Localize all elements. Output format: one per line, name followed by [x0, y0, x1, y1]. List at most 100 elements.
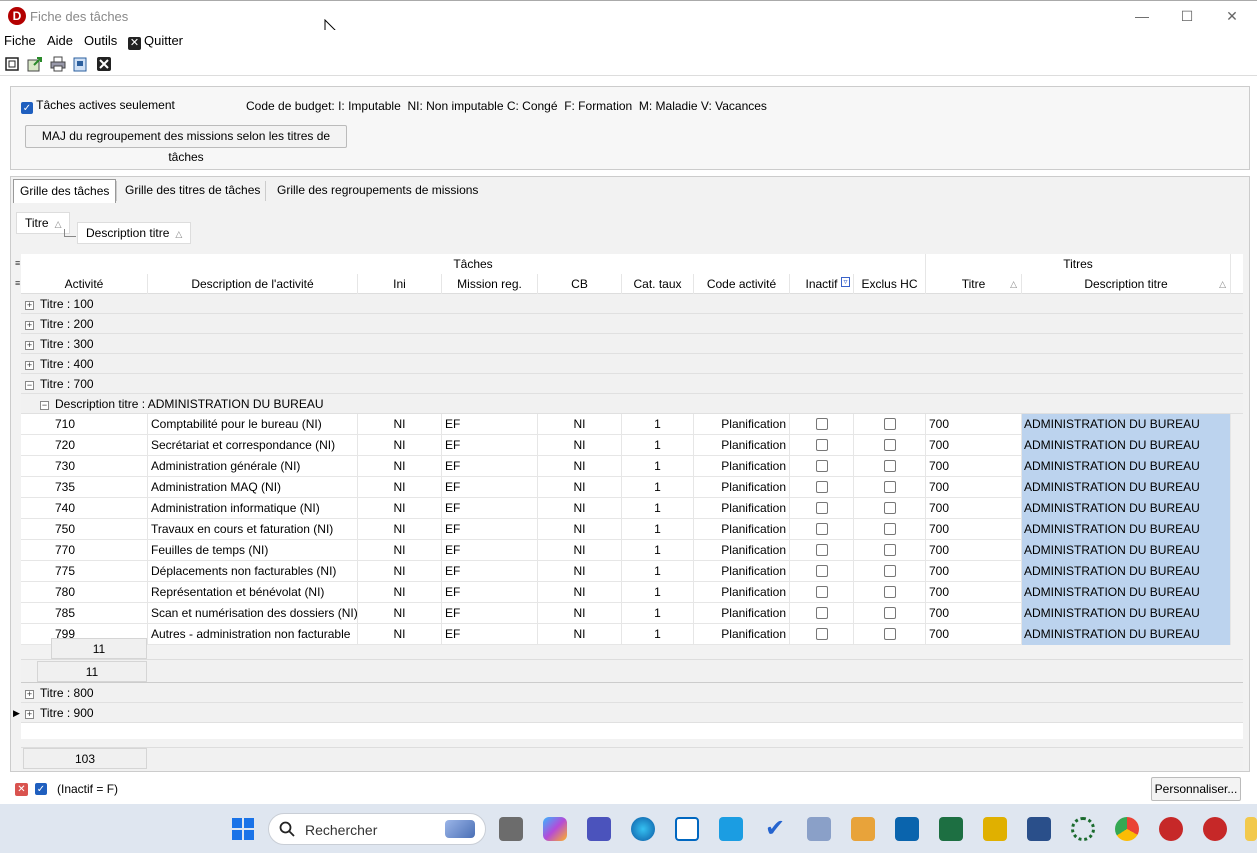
cell-cb[interactable]: NI [538, 435, 622, 456]
cell-cb[interactable]: NI [538, 477, 622, 498]
cell-description-titre[interactable]: ADMINISTRATION DU BUREAU [1022, 624, 1231, 645]
cell-description[interactable]: Déplacements non facturables (NI) [148, 561, 358, 582]
cell-description-titre[interactable]: ADMINISTRATION DU BUREAU [1022, 540, 1231, 561]
cell-code-activite[interactable]: Planification [694, 414, 790, 435]
menu-quitter[interactable]: ✕ Quitter [128, 33, 183, 50]
col-mission-reg[interactable]: Mission reg. [442, 274, 538, 294]
row-checkbox[interactable] [883, 460, 896, 472]
store-icon[interactable] [675, 817, 699, 841]
cell-exclus-hc[interactable] [854, 624, 926, 645]
search-app-icon[interactable] [807, 817, 831, 841]
col-exclus-hc[interactable]: Exclus HC [854, 274, 926, 294]
cell-activite[interactable]: 785 [52, 603, 148, 624]
task-view-icon[interactable] [499, 817, 523, 841]
cell-activite[interactable]: 720 [52, 435, 148, 456]
cell-mission[interactable]: EF [442, 414, 538, 435]
cell-exclus-hc[interactable] [854, 414, 926, 435]
cell-mission[interactable]: EF [442, 540, 538, 561]
cell-cb[interactable]: NI [538, 540, 622, 561]
group-row-titre-400[interactable]: + Titre : 400 [21, 354, 1243, 374]
tab-grille-regroupements[interactable]: Grille des regroupements de missions [271, 179, 484, 203]
row-checkbox[interactable] [815, 418, 828, 430]
close-form-icon[interactable] [96, 56, 112, 72]
file-explorer-icon[interactable] [851, 817, 875, 841]
table-row[interactable]: 720 Secrétariat et correspondance (NI) NI E… [21, 435, 1231, 456]
chrome-icon[interactable] [1115, 817, 1139, 841]
expand-icon[interactable]: + [25, 341, 34, 350]
cell-exclus-hc[interactable] [854, 435, 926, 456]
cell-code-activite[interactable]: Planification [694, 540, 790, 561]
row-checkbox[interactable] [883, 565, 896, 577]
table-row[interactable]: 785 Scan et numérisation des dossiers (NI… [21, 603, 1231, 624]
cell-mission[interactable]: EF [442, 498, 538, 519]
cell-code-activite[interactable]: Planification [694, 498, 790, 519]
cell-activite[interactable]: 770 [52, 540, 148, 561]
expand-icon[interactable]: + [25, 321, 34, 330]
cell-titre[interactable]: 700 [926, 519, 1022, 540]
close-window-icon[interactable]: ✕ [1212, 5, 1252, 27]
group-by-description-titre[interactable]: Description titre △ [77, 222, 192, 244]
col-description-titre[interactable]: Description titre △ [1022, 274, 1231, 294]
cell-inactif[interactable] [790, 603, 854, 624]
cell-titre[interactable]: 700 [926, 582, 1022, 603]
cell-titre[interactable]: 700 [926, 603, 1022, 624]
collapse-icon[interactable]: − [25, 381, 34, 390]
minimize-icon[interactable]: — [1122, 5, 1162, 27]
cell-exclus-hc[interactable] [854, 498, 926, 519]
col-cb[interactable]: CB [538, 274, 622, 294]
notepad-icon[interactable] [1027, 817, 1051, 841]
edge-icon[interactable] [631, 817, 655, 841]
row-checkbox[interactable] [815, 607, 828, 619]
expand-icon[interactable]: + [25, 690, 34, 699]
cell-cb[interactable]: NI [538, 561, 622, 582]
cell-cat-taux[interactable]: 1 [622, 435, 694, 456]
row-checkbox[interactable] [883, 628, 896, 640]
cell-description[interactable]: Comptabilité pour le bureau (NI) [148, 414, 358, 435]
cell-activite[interactable]: 775 [52, 561, 148, 582]
windows-start-icon[interactable] [231, 817, 255, 841]
table-row[interactable]: 770 Feuilles de temps (NI) NI EF NI 1 Planific… [21, 540, 1231, 561]
group-row-titre-100[interactable]: + Titre : 100 [21, 294, 1243, 314]
col-description-activite[interactable]: Description de l'activité [148, 274, 358, 294]
table-row[interactable]: 730 Administration générale (NI) NI EF NI 1 Pl… [21, 456, 1231, 477]
cell-ini[interactable]: NI [358, 624, 442, 645]
cell-description[interactable]: Autres - administration non facturable [148, 624, 358, 645]
cell-mission[interactable]: EF [442, 624, 538, 645]
cell-inactif[interactable] [790, 561, 854, 582]
tab-grille-titres[interactable]: Grille des titres de tâches [119, 179, 266, 203]
cell-cb[interactable]: NI [538, 498, 622, 519]
row-checkbox[interactable] [815, 439, 828, 451]
cell-cat-taux[interactable]: 1 [622, 477, 694, 498]
active-only-checkbox[interactable]: ✓ [21, 102, 33, 114]
cell-exclus-hc[interactable] [854, 561, 926, 582]
update-missions-button[interactable]: MAJ du regroupement des missions selon l… [25, 125, 347, 164]
network-app-icon[interactable] [1071, 817, 1095, 841]
cell-ini[interactable]: NI [358, 477, 442, 498]
cell-inactif[interactable] [790, 519, 854, 540]
cell-ini[interactable]: NI [358, 456, 442, 477]
cell-ini[interactable]: NI [358, 582, 442, 603]
cell-cb[interactable]: NI [538, 603, 622, 624]
group-row-titre-700[interactable]: − Titre : 700 [21, 374, 1243, 394]
expand-icon[interactable]: + [25, 361, 34, 370]
cell-description[interactable]: Administration générale (NI) [148, 456, 358, 477]
teams-icon[interactable] [587, 817, 611, 841]
table-row[interactable]: 775 Déplacements non facturables (NI) NI EF… [21, 561, 1231, 582]
subgroup-row-administration[interactable]: − Description titre : ADMINISTRATION DU B… [21, 394, 1243, 414]
cell-ini[interactable]: NI [358, 561, 442, 582]
cell-description[interactable]: Scan et numérisation des dossiers (NI) [148, 603, 358, 624]
cell-inactif[interactable] [790, 582, 854, 603]
cell-titre[interactable]: 700 [926, 561, 1022, 582]
outlook-icon[interactable] [895, 817, 919, 841]
row-checkbox[interactable] [815, 565, 828, 577]
col-ini[interactable]: Ini [358, 274, 442, 294]
clear-filter-icon[interactable]: ✕ [15, 783, 28, 796]
cell-inactif[interactable] [790, 624, 854, 645]
col-code-activite[interactable]: Code activité [694, 274, 790, 294]
cell-description[interactable]: Travaux en cours et faturation (NI) [148, 519, 358, 540]
table-row[interactable]: 710 Comptabilité pour le bureau (NI) NI EF N… [21, 414, 1231, 435]
cell-activite[interactable]: 735 [52, 477, 148, 498]
expand-icon[interactable]: + [25, 301, 34, 310]
menu-aide[interactable]: Aide [47, 33, 73, 48]
row-checkbox[interactable] [815, 544, 828, 556]
